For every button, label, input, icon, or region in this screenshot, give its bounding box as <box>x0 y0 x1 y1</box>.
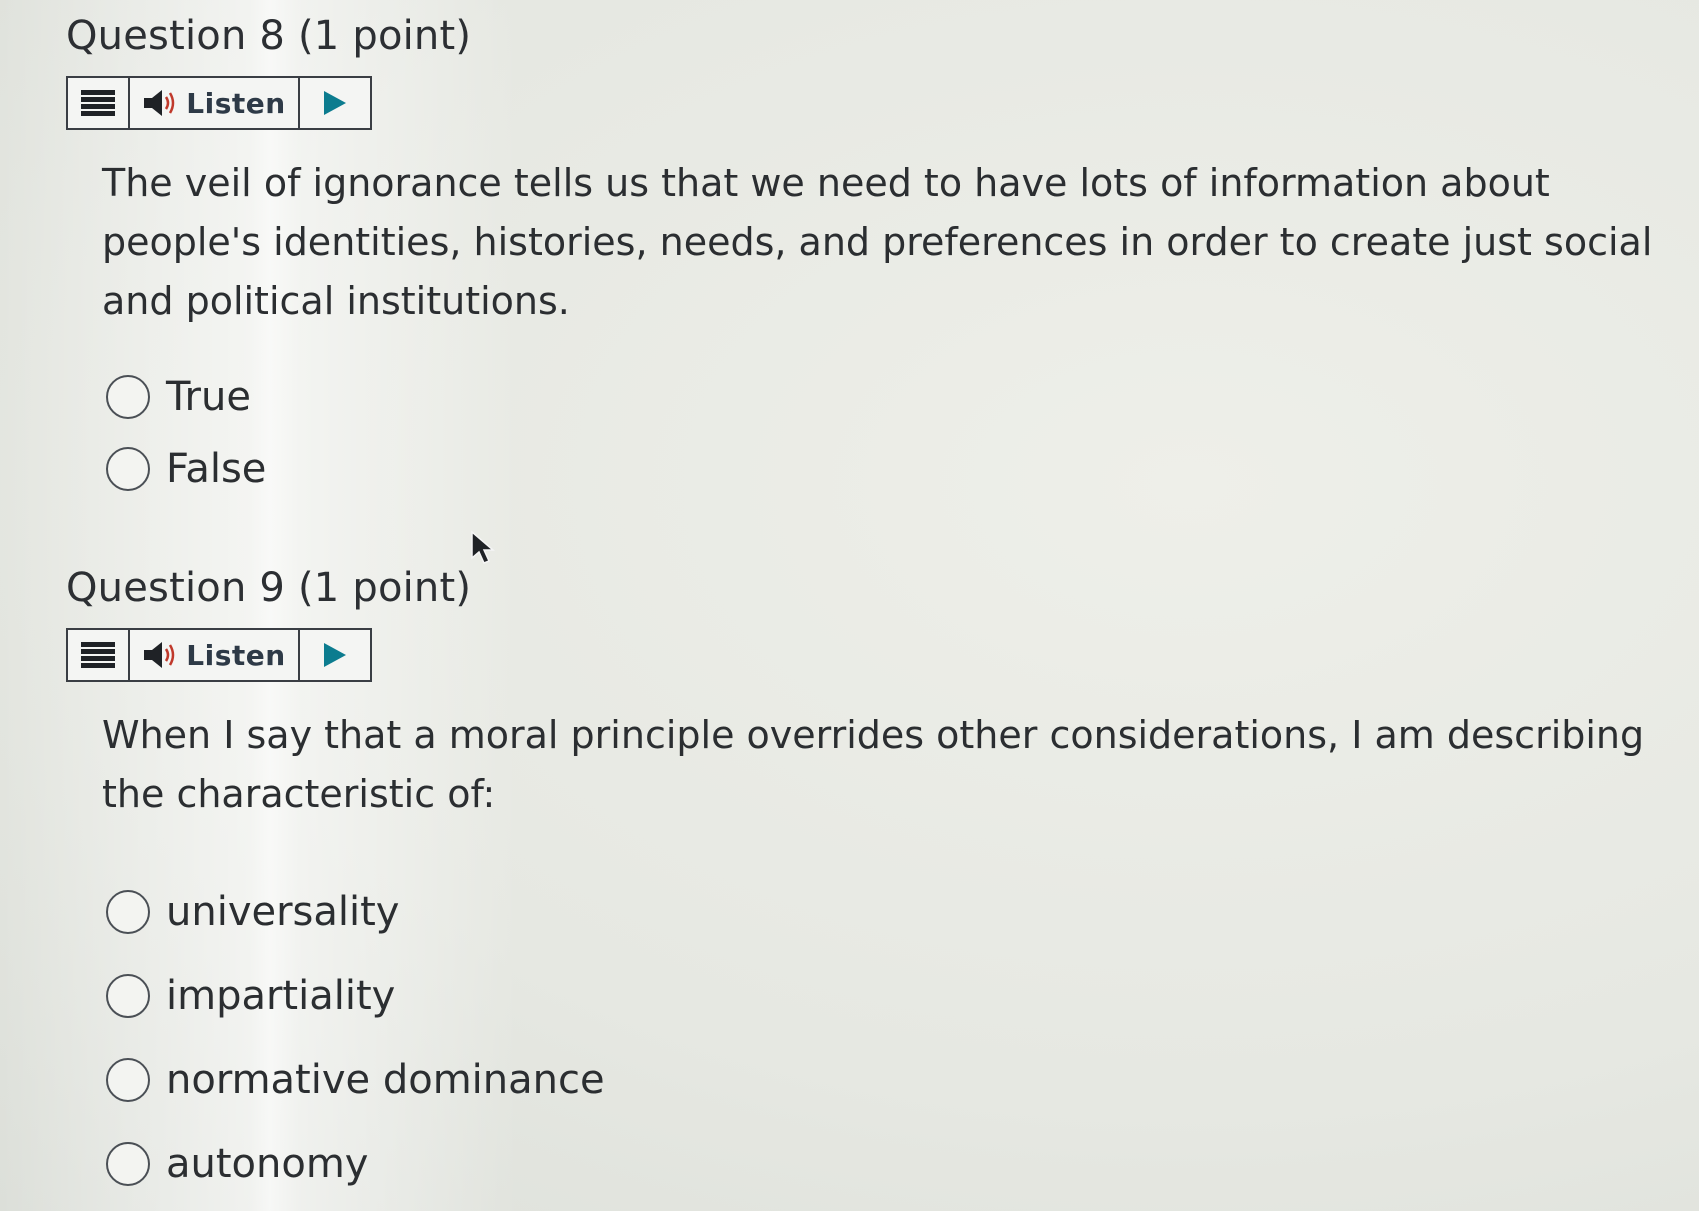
toolbar-menu-button[interactable] <box>68 78 130 128</box>
question-text: When I say that a moral principle overri… <box>102 713 1645 816</box>
question-title: Question 8 (1 point) <box>66 13 472 59</box>
option-autonomy[interactable]: autonomy <box>106 1122 1662 1206</box>
question-text: The veil of ignorance tells us that we n… <box>102 161 1653 323</box>
option-true[interactable]: True <box>106 361 1662 433</box>
option-label: normative dominance <box>166 1057 605 1103</box>
speaker-icon <box>142 88 178 118</box>
hamburger-menu-icon <box>81 642 115 668</box>
option-label: universality <box>166 889 400 935</box>
play-button[interactable] <box>300 630 370 680</box>
option-label: True <box>166 374 251 420</box>
radio-button[interactable] <box>106 375 150 419</box>
option-normative-dominance[interactable]: normative dominance <box>106 1038 1662 1122</box>
option-label: impartiality <box>166 973 396 1019</box>
toolbar-menu-button[interactable] <box>68 630 130 680</box>
hamburger-menu-icon <box>81 90 115 116</box>
option-impartiality[interactable]: impartiality <box>106 954 1662 1038</box>
speaker-icon <box>142 640 178 670</box>
radio-button[interactable] <box>106 1058 150 1102</box>
answer-options: True False <box>106 361 1662 505</box>
radio-button[interactable] <box>106 974 150 1018</box>
readspeaker-toolbar: Listen <box>66 76 372 130</box>
question-title: Question 9 (1 point) <box>66 565 472 611</box>
radio-button[interactable] <box>106 890 150 934</box>
listen-button[interactable]: Listen <box>130 630 300 680</box>
listen-label: Listen <box>186 86 286 120</box>
play-button[interactable] <box>300 78 370 128</box>
play-icon <box>324 91 346 115</box>
radio-button[interactable] <box>106 447 150 491</box>
listen-label: Listen <box>186 638 286 672</box>
option-universality[interactable]: universality <box>106 870 1662 954</box>
option-false[interactable]: False <box>106 433 1662 505</box>
option-label: autonomy <box>166 1141 369 1187</box>
option-label: False <box>166 446 267 492</box>
question-8: Question 8 (1 point) Listen The veil of … <box>66 8 1662 505</box>
question-9: Question 9 (1 point) Listen When I say t… <box>66 560 1662 1206</box>
mouse-cursor-icon <box>470 530 496 570</box>
play-icon <box>324 643 346 667</box>
radio-button[interactable] <box>106 1142 150 1186</box>
readspeaker-toolbar: Listen <box>66 628 372 682</box>
listen-button[interactable]: Listen <box>130 78 300 128</box>
answer-options: universality impartiality normative domi… <box>106 870 1662 1206</box>
